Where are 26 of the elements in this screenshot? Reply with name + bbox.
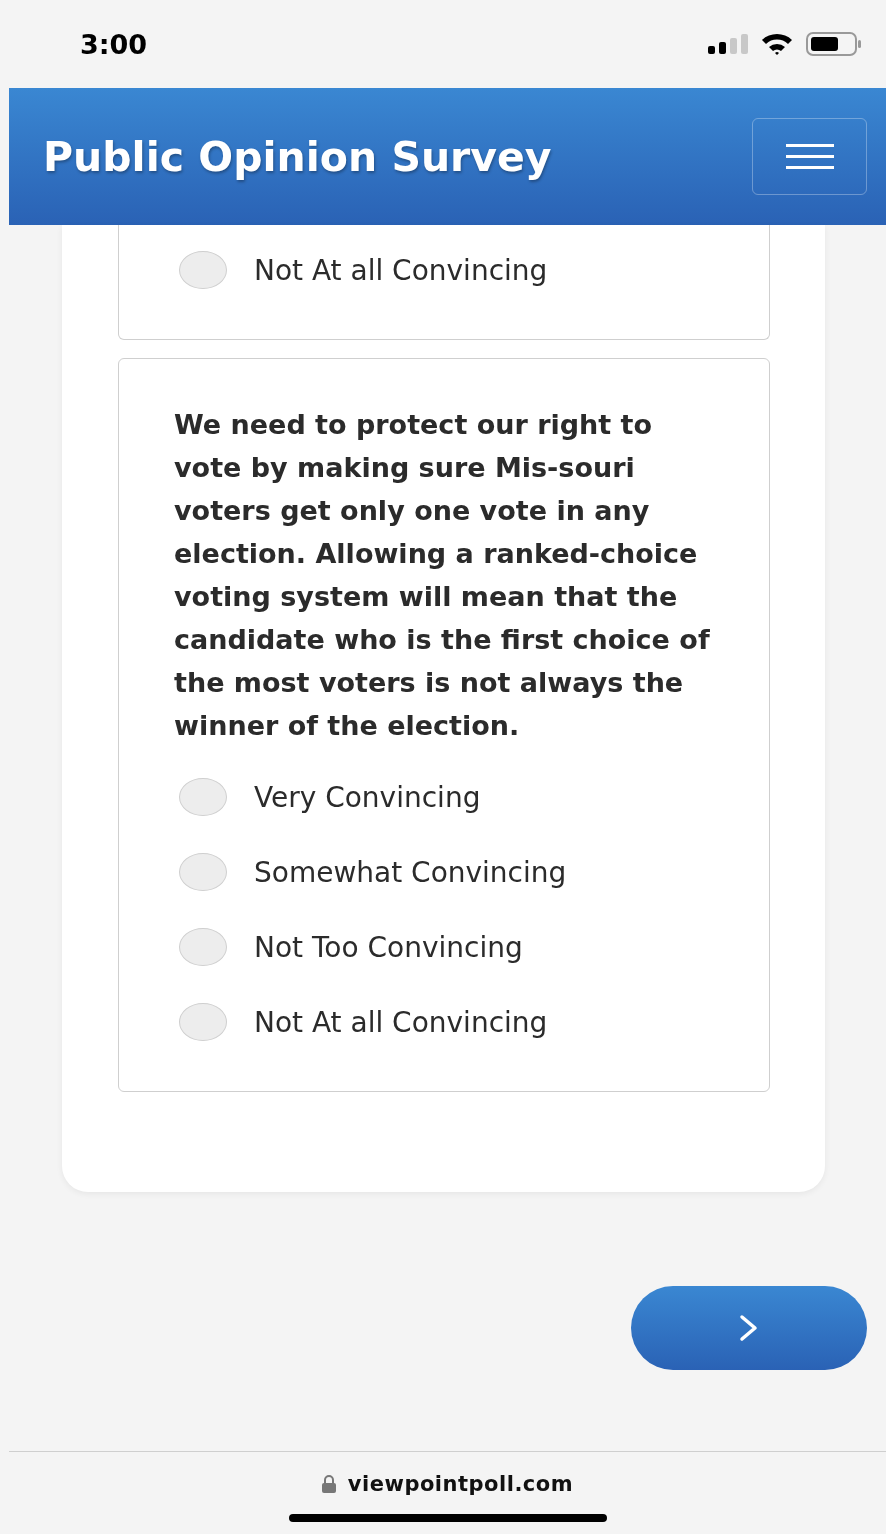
lock-icon: [321, 1475, 336, 1493]
radio-button[interactable]: [179, 853, 227, 891]
radio-button[interactable]: [179, 251, 227, 289]
url-text[interactable]: viewpointpoll.com: [347, 1472, 574, 1496]
radio-button[interactable]: [179, 928, 227, 966]
question-text: We need to protect our right to vote by making sure Mis-souri voters get only one vote in any election. Allowing a ranked-choice voting system will mean that the candidate who is the first choice of the most voters is not always the winner of the election.: [174, 408, 711, 743]
answer-option[interactable]: Very Convincing: [174, 778, 719, 816]
option-label: Very Convincing: [254, 780, 481, 814]
option-label: Not At all Convincing: [254, 253, 548, 287]
option-label: Not At all Convincing: [254, 1005, 548, 1039]
answer-option[interactable]: Not At all Convincing: [174, 251, 719, 289]
option-label: Somewhat Convincing: [254, 855, 567, 889]
answer-option[interactable]: Somewhat Convincing: [174, 853, 719, 891]
chevron-right-icon: [739, 1314, 759, 1342]
menu-icon: [785, 143, 834, 170]
status-time: 3:00: [80, 28, 148, 60]
battery-icon: [806, 32, 862, 56]
answer-option[interactable]: Not At all Convincing: [174, 1003, 719, 1041]
radio-button[interactable]: [179, 778, 227, 816]
menu-button[interactable]: [752, 118, 867, 195]
option-label: Not Too Convincing: [254, 930, 523, 964]
answer-option[interactable]: Not Too Convincing: [174, 928, 719, 966]
radio-button[interactable]: [179, 1003, 227, 1041]
app-title: Public Opinion Survey: [43, 132, 552, 181]
wifi-icon: [760, 32, 794, 56]
signal-icon: [708, 34, 748, 54]
